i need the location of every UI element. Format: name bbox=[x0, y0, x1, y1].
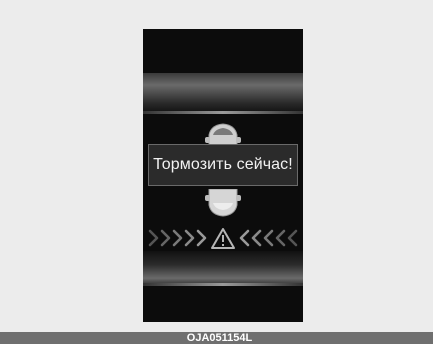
top-divider-line bbox=[143, 111, 303, 114]
car-rear-icon bbox=[205, 189, 241, 217]
warning-triangle-icon bbox=[211, 228, 235, 249]
chevrons-right-icon bbox=[148, 229, 207, 247]
figure-code: OJA051154L bbox=[186, 332, 253, 344]
bottom-highlight-band bbox=[143, 251, 303, 285]
figure-caption-bar: OJA051154L bbox=[0, 332, 433, 344]
top-highlight-band bbox=[143, 73, 303, 113]
brake-alert-message: Тормозить сейчас! bbox=[148, 144, 298, 186]
bottom-divider-line bbox=[143, 283, 303, 286]
warning-indicator-row bbox=[148, 228, 298, 249]
chevrons-left-icon bbox=[239, 229, 298, 247]
cluster-display: Тормозить сейчас! bbox=[143, 29, 303, 322]
